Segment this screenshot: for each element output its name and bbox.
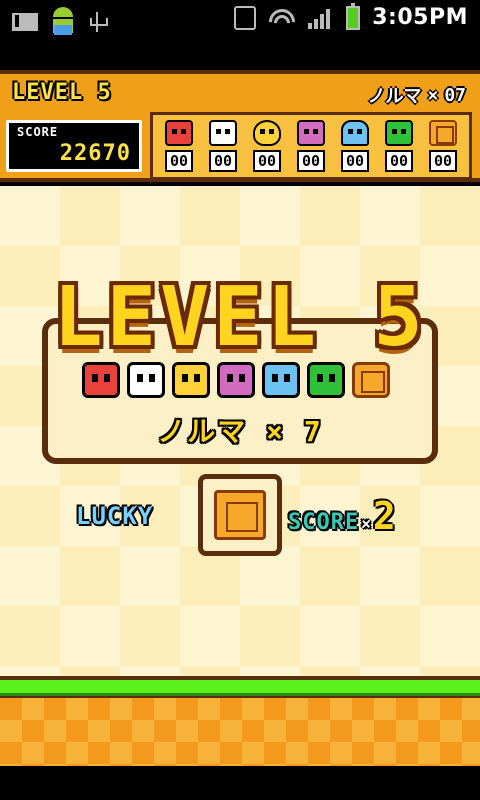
status-bar: 3:05PM xyxy=(0,0,480,38)
squid-icon xyxy=(262,362,300,398)
counter-value: 00 xyxy=(428,150,458,172)
quota-times: × xyxy=(427,84,439,106)
multiplier-value: 2 xyxy=(372,494,396,538)
counter-value: 00 xyxy=(252,150,282,172)
ground xyxy=(0,676,480,766)
target-creatures xyxy=(82,362,390,398)
counter-giraffe: 00 xyxy=(247,120,287,172)
usb-icon xyxy=(88,10,108,34)
counter-squid: 00 xyxy=(335,120,375,172)
lucky-block-icon xyxy=(429,120,457,146)
lucky-block-icon xyxy=(352,362,390,398)
quota-value: 07 xyxy=(444,84,466,106)
lucky-label: LUCKY xyxy=(76,502,154,530)
frog-icon xyxy=(307,362,345,398)
level-title: LEVEL 5 xyxy=(53,270,427,365)
squid-icon xyxy=(341,120,369,146)
score-box: SCORE 22670 xyxy=(6,120,142,172)
counter-value: 00 xyxy=(340,150,370,172)
frog-icon xyxy=(385,120,413,146)
wifi-icon xyxy=(268,6,297,29)
counter-value: 00 xyxy=(384,150,414,172)
game-header: LEVEL 5 ノルマ × 07 SCORE 22670 00 00 00 00… xyxy=(0,70,480,182)
creature-counters: 00 00 00 00 00 00 00 xyxy=(150,112,472,180)
counter-lucky-block: 00 xyxy=(423,120,463,172)
header-level: LEVEL 5 xyxy=(12,80,112,105)
counter-panda: 00 xyxy=(203,120,243,172)
giraffe-icon xyxy=(172,362,210,398)
android-icon xyxy=(50,7,76,37)
pig-icon xyxy=(217,362,255,398)
gmail-icon xyxy=(12,13,43,31)
level-quota: ノルマ × 7 xyxy=(157,415,323,448)
lucky-creature-box xyxy=(198,474,282,556)
vibrate-icon xyxy=(234,5,257,30)
signal-icon xyxy=(308,7,334,29)
bottom-bar xyxy=(0,766,480,800)
quota-label: ノルマ xyxy=(367,86,422,107)
monkey-icon xyxy=(165,120,193,146)
clock: 3:05PM xyxy=(372,5,468,30)
lucky-block-icon xyxy=(214,490,266,540)
times-sign: × xyxy=(361,514,371,533)
lucky-bonus: LUCKY SCORE × 2 xyxy=(0,474,480,558)
panda-icon xyxy=(127,362,165,398)
monkey-icon xyxy=(82,362,120,398)
giraffe-icon xyxy=(253,120,281,146)
counter-pig: 00 xyxy=(291,120,331,172)
battery-icon xyxy=(346,2,361,30)
score-multiplier: SCORE × 2 xyxy=(288,494,396,538)
counter-value: 00 xyxy=(296,150,326,172)
counter-value: 00 xyxy=(208,150,238,172)
panda-icon xyxy=(209,120,237,146)
pig-icon xyxy=(297,120,325,146)
score-label: SCORE xyxy=(17,125,59,139)
dirt-floor xyxy=(0,698,480,766)
counter-frog: 00 xyxy=(379,120,419,172)
score-value: 22670 xyxy=(59,141,131,166)
score-word: SCORE xyxy=(288,510,360,535)
header-quota: ノルマ × 07 xyxy=(367,82,466,108)
counter-value: 00 xyxy=(164,150,194,172)
grass-strip xyxy=(0,680,480,696)
counter-monkey: 00 xyxy=(159,120,199,172)
